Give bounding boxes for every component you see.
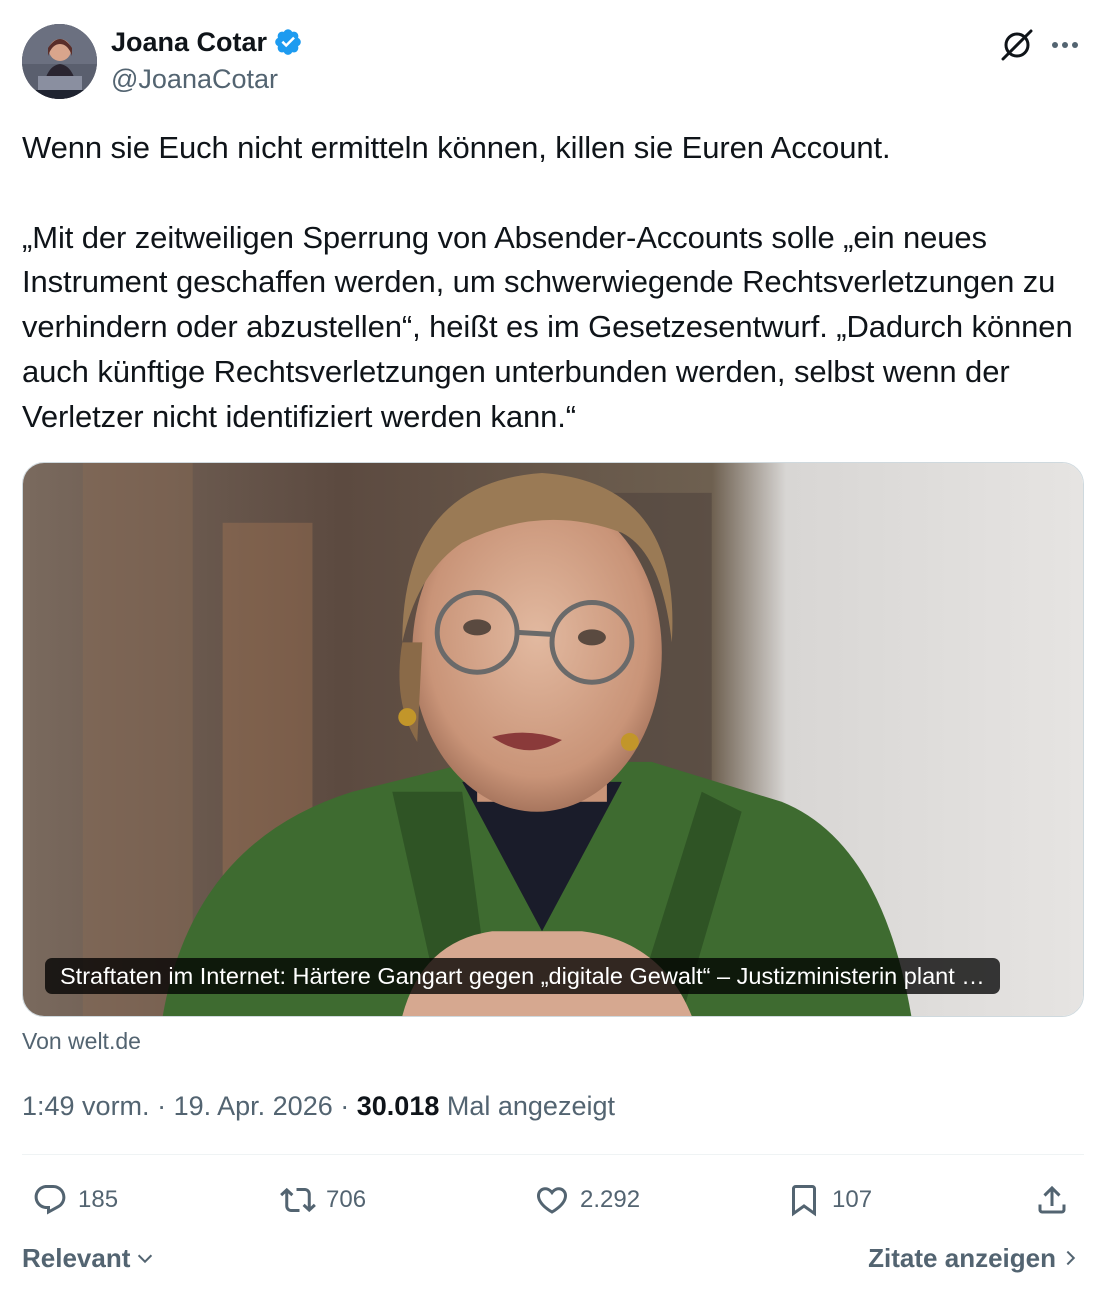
tweet-text: Wenn sie Euch nicht ermitteln können, ki… — [22, 130, 1073, 434]
heart-icon — [536, 1187, 568, 1214]
quotes-label: Zitate anzeigen — [868, 1243, 1056, 1273]
bookmark-icon — [792, 1185, 816, 1217]
bookmark-button[interactable]: 107 — [786, 1170, 872, 1230]
like-count: 2.292 — [580, 1186, 641, 1213]
link-card-image — [23, 463, 1083, 1016]
like-button[interactable]: 2.292 — [534, 1170, 640, 1230]
action-bar: 185 706 2.292 107 — [22, 1170, 1084, 1230]
author-handle[interactable]: @JoanaCotar — [111, 62, 278, 96]
link-card-title[interactable]: Straftaten im Internet: Härtere Gangart … — [45, 958, 1000, 994]
grok-icon — [1001, 29, 1033, 61]
author-name-row: Joana Cotar — [111, 24, 303, 60]
author-name[interactable]: Joana Cotar — [111, 24, 267, 60]
chevron-right-icon — [1066, 1250, 1076, 1266]
grok-button[interactable] — [998, 26, 1036, 64]
verified-badge-icon — [273, 27, 303, 57]
link-card[interactable]: Straftaten im Internet: Härtere Gangart … — [22, 462, 1084, 1017]
tweet-date[interactable]: 19. Apr. 2026 — [174, 1091, 333, 1121]
reply-button[interactable]: 185 — [32, 1170, 118, 1230]
bookmark-count: 107 — [832, 1186, 873, 1213]
tweet-header: Joana Cotar @JoanaCotar — [22, 22, 1084, 100]
more-icon — [1052, 42, 1078, 48]
tweet-meta: 1:49 vorm. · 19. Apr. 2026 · 30.018 Mal … — [22, 1088, 615, 1124]
tweet-time[interactable]: 1:49 vorm. — [22, 1091, 150, 1121]
meta-separator: · — [340, 1091, 350, 1121]
share-icon — [1038, 1185, 1066, 1214]
repost-icon — [280, 1187, 316, 1213]
view-quotes-link[interactable]: Zitate anzeigen — [868, 1238, 1078, 1278]
sort-label: Relevant — [22, 1243, 131, 1273]
share-button[interactable] — [1034, 1170, 1070, 1230]
meta-separator: · — [157, 1091, 167, 1121]
reply-footer: Relevant Zitate anzeigen — [22, 1238, 1084, 1282]
link-card-source[interactable]: Von welt.de — [22, 1026, 141, 1056]
divider — [22, 1154, 1084, 1155]
views-count: 30.018 — [356, 1091, 440, 1121]
views-label: Mal angezeigt — [446, 1091, 615, 1121]
chevron-down-icon — [138, 1254, 153, 1264]
repost-button[interactable]: 706 — [280, 1170, 366, 1230]
repost-count: 706 — [326, 1186, 367, 1213]
reply-icon — [34, 1185, 66, 1215]
avatar[interactable] — [22, 24, 97, 99]
more-button[interactable] — [1046, 26, 1084, 64]
reply-count: 185 — [78, 1186, 119, 1213]
sort-dropdown[interactable]: Relevant — [22, 1238, 156, 1278]
